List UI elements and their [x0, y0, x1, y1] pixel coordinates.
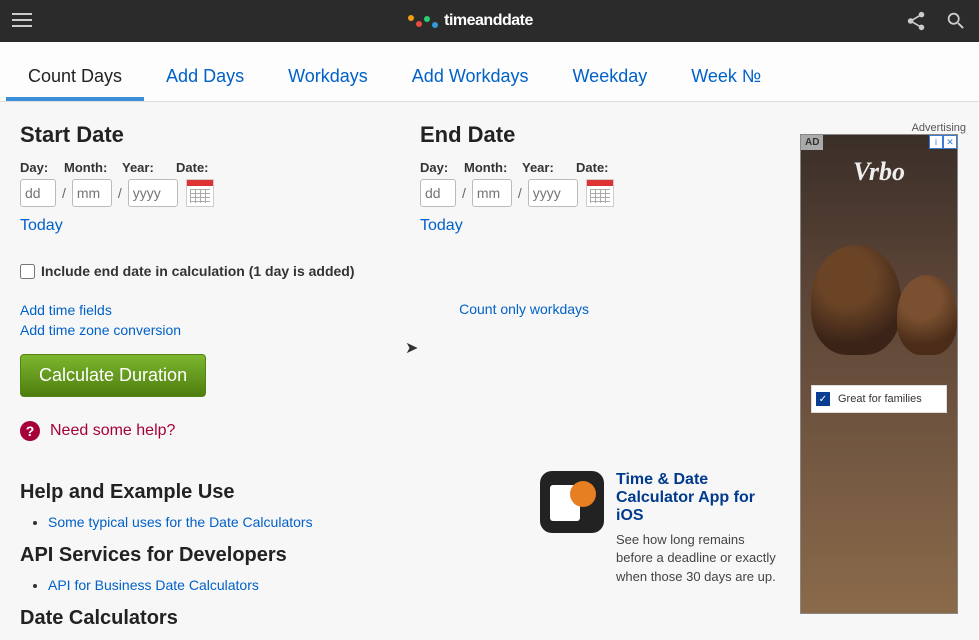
start-month-label: Month: — [64, 160, 122, 175]
end-day-input[interactable] — [420, 179, 456, 207]
include-end-checkbox[interactable] — [20, 264, 35, 279]
tab-weekday[interactable]: Weekday — [551, 60, 670, 101]
ad-info-icon[interactable]: i — [929, 135, 943, 149]
tab-bar: Count Days Add Days Workdays Add Workday… — [0, 42, 979, 102]
start-today-link[interactable]: Today — [20, 217, 63, 235]
add-time-fields-link[interactable]: Add time fields — [20, 301, 181, 321]
end-date-block: End Date Day: Month: Year: Date: / / Tod… — [420, 122, 780, 235]
help-link-2[interactable]: API for Business Date Calculators — [48, 577, 259, 593]
end-month-label: Month: — [464, 160, 522, 175]
end-heading: End Date — [420, 122, 780, 148]
start-month-input[interactable] — [72, 179, 112, 207]
end-year-label: Year: — [522, 160, 576, 175]
start-day-input[interactable] — [20, 179, 56, 207]
end-year-input[interactable] — [528, 179, 578, 207]
help-link[interactable]: ? Need some help? — [20, 421, 780, 441]
app-title: Time & Date Calculator App for iOS — [616, 471, 780, 525]
search-icon[interactable] — [945, 10, 967, 32]
brand-text: timeanddate — [444, 12, 533, 30]
app-desc: See how long remains before a deadline o… — [616, 531, 780, 586]
tab-count-days[interactable]: Count Days — [6, 60, 144, 101]
help-heading-1: Help and Example Use — [20, 481, 510, 504]
help-link-1[interactable]: Some typical uses for the Date Calculato… — [48, 514, 313, 530]
start-year-label: Year: — [122, 160, 176, 175]
ad-close-icon[interactable]: ✕ — [943, 135, 957, 149]
tab-workdays[interactable]: Workdays — [266, 60, 390, 101]
start-year-input[interactable] — [128, 179, 178, 207]
add-tz-link[interactable]: Add time zone conversion — [20, 321, 181, 341]
start-date-block: Start Date Day: Month: Year: Date: / / T… — [20, 122, 380, 235]
end-day-label: Day: — [420, 160, 464, 175]
start-heading: Start Date — [20, 122, 380, 148]
ad-banner[interactable]: AD i ✕ Vrbo ✓ Great for families — [800, 134, 958, 614]
question-icon: ? — [20, 421, 40, 441]
start-day-label: Day: — [20, 160, 64, 175]
tab-week-no[interactable]: Week № — [669, 60, 783, 101]
menu-icon[interactable] — [12, 9, 36, 33]
app-icon — [540, 471, 604, 533]
end-date-label: Date: — [576, 160, 609, 175]
share-icon[interactable] — [905, 10, 927, 32]
end-month-input[interactable] — [472, 179, 512, 207]
app-promo[interactable]: Time & Date Calculator App for iOS See h… — [540, 471, 780, 640]
tab-add-days[interactable]: Add Days — [144, 60, 266, 101]
ad-label: Advertising — [800, 122, 970, 134]
calendar-icon[interactable] — [186, 179, 214, 207]
logo-dots-icon — [408, 18, 438, 24]
help-heading-2: API Services for Developers — [20, 544, 510, 567]
calculate-button[interactable]: Calculate Duration — [20, 354, 206, 397]
calendar-icon[interactable] — [586, 179, 614, 207]
start-date-label: Date: — [176, 160, 209, 175]
ad-badge: AD — [801, 135, 823, 150]
ad-brand: Vrbo — [801, 157, 957, 187]
end-today-link[interactable]: Today — [420, 217, 463, 235]
include-end-label[interactable]: Include end date in calculation (1 day i… — [41, 263, 355, 279]
count-workdays-link[interactable]: Count only workdays — [459, 301, 589, 317]
ad-cta[interactable]: ✓ Great for families — [811, 385, 947, 413]
brand-logo[interactable]: timeanddate — [36, 12, 905, 30]
check-icon: ✓ — [816, 392, 830, 406]
tab-add-workdays[interactable]: Add Workdays — [390, 60, 551, 101]
